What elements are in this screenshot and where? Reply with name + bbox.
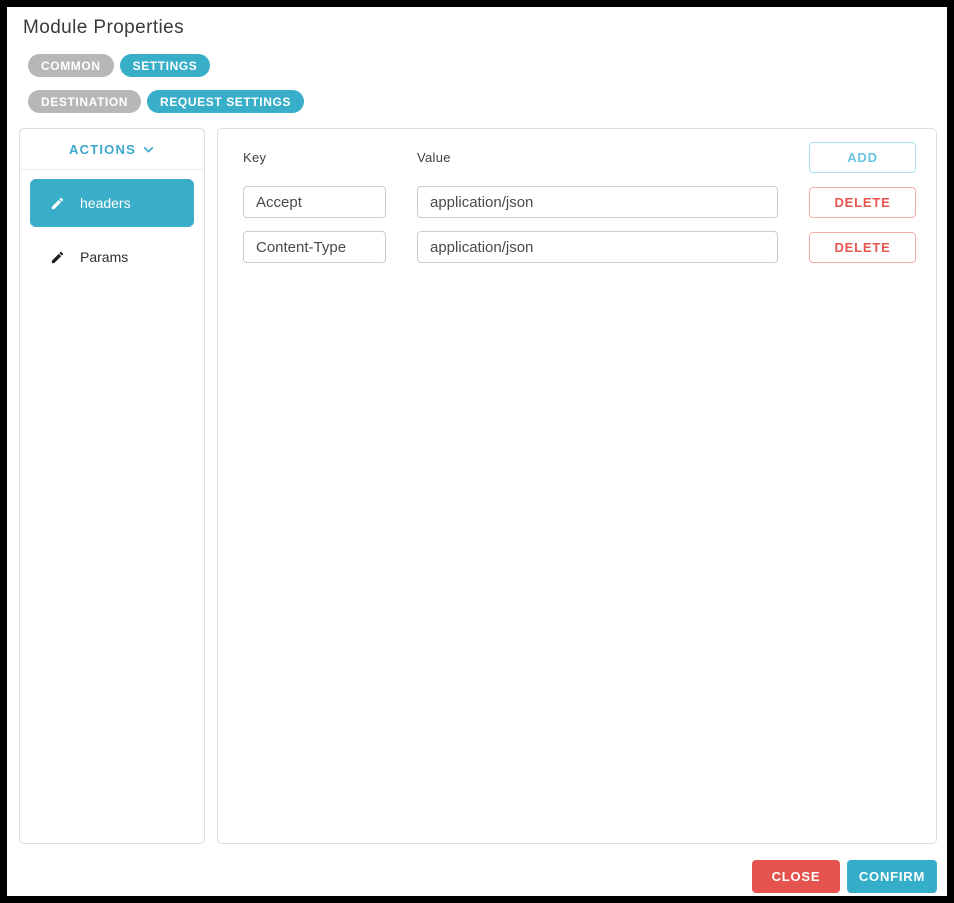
pencil-icon xyxy=(50,196,65,211)
tab-common[interactable]: COMMON xyxy=(28,54,114,77)
tab-settings[interactable]: SETTINGS xyxy=(120,54,211,77)
confirm-button[interactable]: CONFIRM xyxy=(847,860,937,893)
table-header-row: Key Value ADD xyxy=(243,142,916,173)
dialog-footer: CLOSE CONFIRM xyxy=(19,860,937,893)
request-settings-panel: Key Value ADD DELETE DELETE xyxy=(217,128,937,844)
tab-row-secondary: DESTINATION REQUEST SETTINGS xyxy=(28,90,937,113)
header-key-input[interactable] xyxy=(243,186,386,218)
delete-row-button[interactable]: DELETE xyxy=(809,187,916,218)
sidebar-item-params[interactable]: Params xyxy=(30,237,194,277)
actions-dropdown[interactable]: ACTIONS xyxy=(20,129,204,170)
sidebar-item-headers[interactable]: headers xyxy=(30,179,194,227)
close-button[interactable]: CLOSE xyxy=(752,860,840,893)
tab-destination[interactable]: DESTINATION xyxy=(28,90,141,113)
tab-row-primary: COMMON SETTINGS xyxy=(28,54,937,77)
header-rows: DELETE DELETE xyxy=(243,186,916,263)
sidebar-item-label: Params xyxy=(80,249,128,265)
header-value-input[interactable] xyxy=(417,231,778,263)
chevron-down-icon xyxy=(142,143,155,156)
table-row: DELETE xyxy=(243,186,916,218)
value-column-header: Value xyxy=(417,150,809,165)
table-row: DELETE xyxy=(243,231,916,263)
module-properties-dialog: Module Properties COMMON SETTINGS DESTIN… xyxy=(7,7,947,896)
tab-request-settings[interactable]: REQUEST SETTINGS xyxy=(147,90,304,113)
add-button[interactable]: ADD xyxy=(809,142,916,173)
actions-sidebar: ACTIONS headers Params xyxy=(19,128,205,844)
delete-row-button[interactable]: DELETE xyxy=(809,232,916,263)
actions-dropdown-label: ACTIONS xyxy=(69,142,136,157)
content-panels: ACTIONS headers Params Key Value ADD xyxy=(19,128,937,844)
page-title: Module Properties xyxy=(23,17,937,39)
sidebar-item-list: headers Params xyxy=(20,170,204,286)
sidebar-item-label: headers xyxy=(80,195,131,211)
key-column-header: Key xyxy=(243,150,417,165)
header-value-input[interactable] xyxy=(417,186,778,218)
header-key-input[interactable] xyxy=(243,231,386,263)
pencil-icon xyxy=(50,250,65,265)
